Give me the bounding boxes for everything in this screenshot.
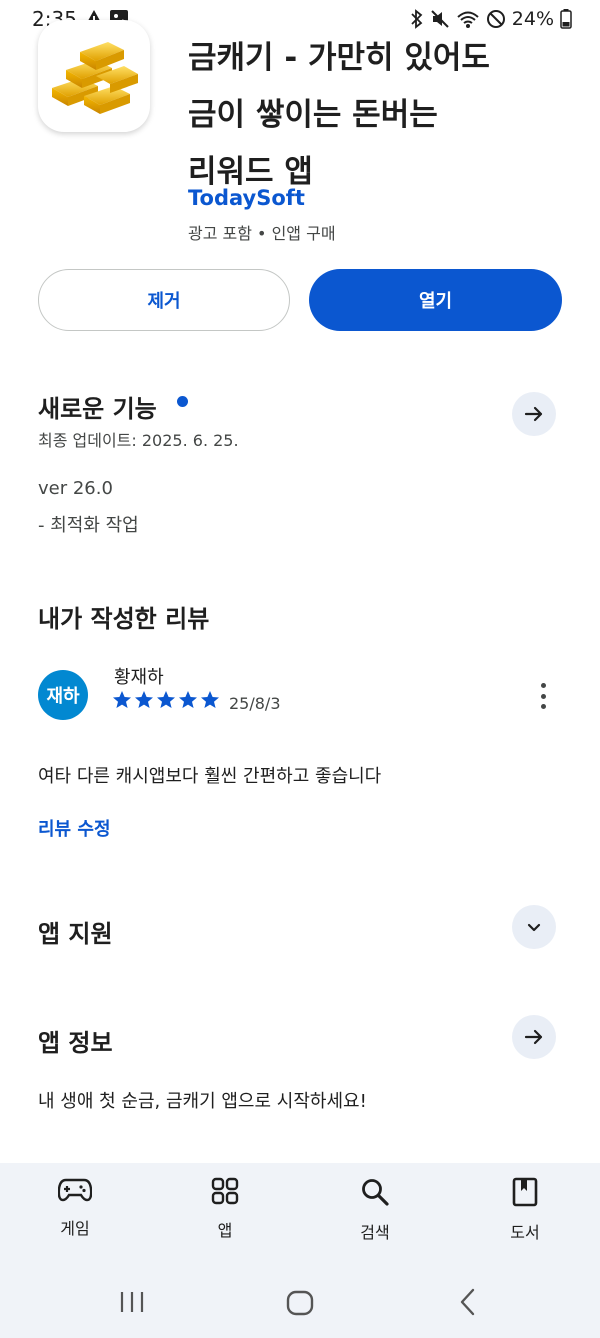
app-info-arrow-button[interactable]	[512, 1015, 556, 1059]
star-icon	[157, 691, 175, 708]
nav-item-books[interactable]: 도서	[475, 1177, 575, 1243]
status-system-icons: 24%	[410, 8, 572, 30]
app-title-line: 금이 쌓이는 돈버는	[188, 97, 438, 133]
star-icon	[113, 691, 131, 708]
whats-new-arrow-button[interactable]	[512, 392, 556, 436]
system-navigation-bar	[0, 1282, 600, 1322]
my-review-title: 내가 작성한 리뷰	[38, 605, 210, 633]
nav-label-books: 도서	[510, 1223, 540, 1242]
star-icon	[201, 691, 219, 708]
nav-item-search[interactable]: 검색	[325, 1177, 425, 1243]
star-rating	[112, 690, 220, 710]
app-description: 내 생애 첫 순금, 금캐기 앱으로 시작하세요!	[38, 1091, 367, 1112]
nav-item-apps[interactable]: 앱	[175, 1177, 275, 1241]
whats-new-title[interactable]: 새로운 기능	[38, 389, 157, 424]
star-icon	[135, 691, 153, 708]
app-support-expand-button[interactable]	[512, 905, 556, 949]
version-text: ver 26.0	[38, 478, 113, 499]
gold-bars-icon	[52, 42, 138, 114]
uninstall-button[interactable]: 제거	[38, 269, 290, 331]
star-icon	[179, 691, 197, 708]
arrow-right-icon	[524, 1029, 543, 1045]
app-support-title[interactable]: 앱 지원	[38, 914, 113, 949]
app-title: 금캐기 - 가만히 있어도 금이 쌓이는 돈버는 리워드 앱	[188, 30, 578, 201]
bluetooth-icon	[411, 9, 423, 29]
edit-review-link[interactable]: 리뷰 수정	[38, 815, 111, 841]
do-not-disturb-icon	[486, 10, 505, 28]
nav-label-search: 검색	[360, 1223, 390, 1242]
gamepad-icon	[58, 1178, 92, 1202]
new-indicator-dot	[177, 396, 188, 407]
app-meta: 광고 포함 • 인앱 구매	[188, 224, 336, 243]
review-date: 25/8/3	[229, 694, 281, 713]
app-title-line: 금캐기 - 가만히 있어도	[188, 40, 490, 76]
reviewer-name: 황재하	[114, 667, 164, 688]
app-icon	[38, 20, 150, 132]
open-button[interactable]: 열기	[309, 269, 562, 331]
review-more-options-icon[interactable]	[530, 680, 556, 712]
battery-icon	[560, 9, 572, 29]
avatar: 재하	[38, 670, 88, 720]
arrow-right-icon	[524, 406, 543, 422]
mute-icon	[431, 10, 449, 28]
search-icon	[362, 1179, 389, 1206]
home-icon[interactable]	[286, 1290, 314, 1316]
chevron-down-icon	[527, 923, 541, 932]
recent-apps-icon[interactable]	[118, 1290, 146, 1314]
nav-label-apps: 앱	[217, 1221, 233, 1240]
battery-percent: 24%	[511, 8, 554, 30]
release-note: - 최적화 작업	[38, 515, 139, 536]
book-icon	[512, 1177, 538, 1207]
apps-grid-icon	[211, 1177, 239, 1205]
last-updated: 최종 업데이트: 2025. 6. 25.	[38, 431, 239, 450]
review-text: 여타 다른 캐시앱보다 훨씬 간편하고 좋습니다	[38, 766, 382, 787]
nav-item-games[interactable]: 게임	[25, 1177, 125, 1239]
nav-label-games: 게임	[60, 1219, 90, 1238]
app-info-title[interactable]: 앱 정보	[38, 1023, 113, 1058]
wifi-icon	[457, 11, 479, 28]
developer-link[interactable]: TodaySoft	[188, 186, 305, 210]
back-icon[interactable]	[458, 1288, 478, 1316]
